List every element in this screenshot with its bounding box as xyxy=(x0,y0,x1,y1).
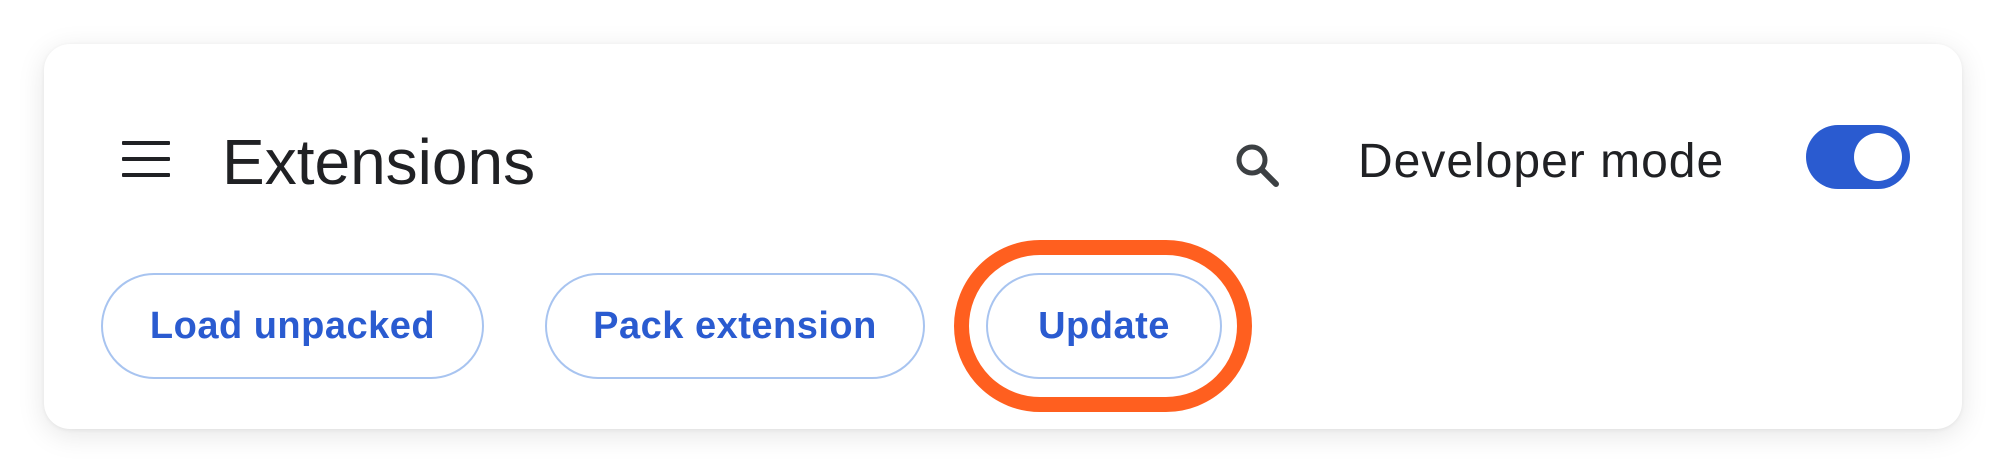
hamburger-menu-icon[interactable] xyxy=(122,138,170,180)
developer-mode-label: Developer mode xyxy=(1358,135,1725,188)
search-icon[interactable] xyxy=(1232,140,1282,190)
pack-extension-button[interactable]: Pack extension xyxy=(545,273,925,379)
load-unpacked-button[interactable]: Load unpacked xyxy=(101,273,484,379)
update-highlight-ring xyxy=(954,240,1252,412)
toggle-knob xyxy=(1854,133,1902,181)
developer-mode-toggle[interactable] xyxy=(1806,125,1910,189)
page-title: Extensions xyxy=(222,126,536,198)
